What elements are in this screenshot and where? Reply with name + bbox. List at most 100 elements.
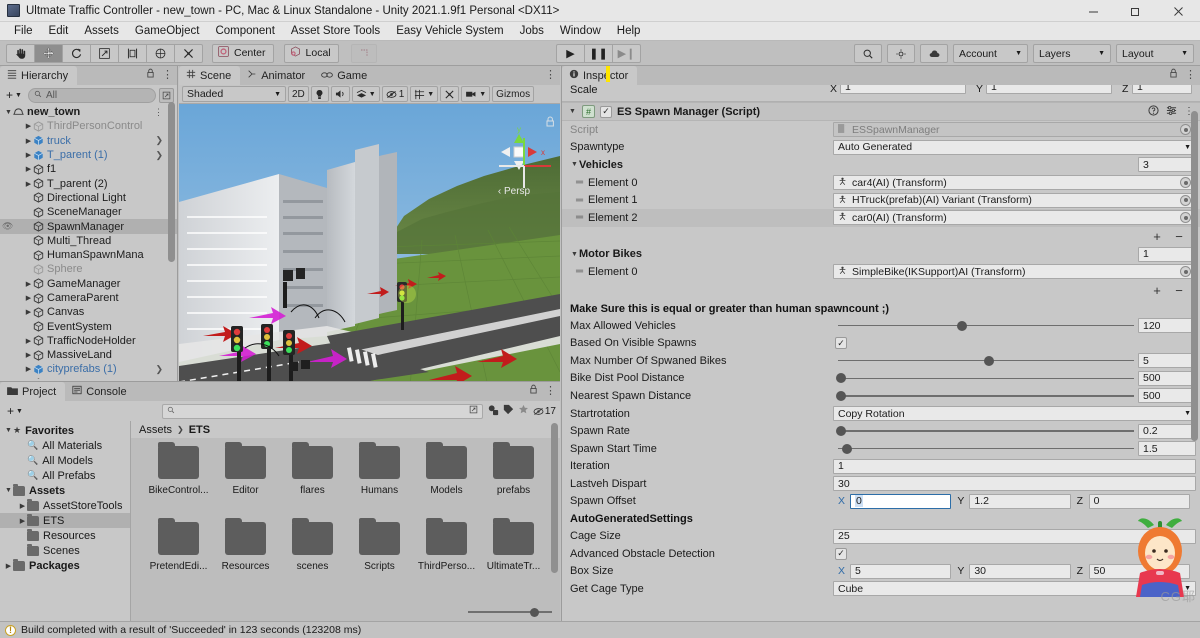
slider-knob[interactable]	[835, 426, 846, 437]
chevron-down-icon[interactable]: ▼	[4, 427, 13, 434]
project-folder-item[interactable]: BikeControl...	[145, 442, 212, 522]
project-folder-item[interactable]: PretendEdi...	[145, 518, 212, 598]
chevron-down-icon[interactable]: ▼	[4, 109, 13, 116]
chevron-right-icon[interactable]: ▶	[4, 562, 13, 570]
inspector-scrollbar[interactable]	[1190, 105, 1199, 619]
menu-help[interactable]: Help	[609, 22, 649, 41]
script-object-field[interactable]: ESSpawnManager	[833, 122, 1196, 138]
component-header-es-spawn-manager[interactable]: ▼ # ✓ ES Spawn Manager (Script) ⋮	[562, 102, 1200, 121]
chevron-right-icon[interactable]: ▶	[24, 365, 33, 373]
chevron-down-icon[interactable]: ▼	[570, 251, 579, 258]
hierarchy-item-f1[interactable]: ▶ f1	[0, 162, 177, 176]
chevron-right-icon[interactable]: ▶	[24, 122, 33, 130]
project-folder-item[interactable]: Scripts	[346, 518, 413, 598]
array-remove-button[interactable]: −	[1168, 282, 1190, 298]
hierarchy-item-multi-thread[interactable]: ▶Multi_Thread	[0, 234, 177, 248]
scene-viewport[interactable]: y x ‹ Persp	[179, 104, 560, 400]
spawn-start-time-value-field[interactable]: 1.5	[1138, 441, 1196, 457]
open-prefab-icon[interactable]: ❯	[155, 150, 163, 161]
get-cage-type-dropdown[interactable]: Cube ▼	[833, 581, 1196, 597]
menu-gameobject[interactable]: GameObject	[127, 22, 208, 41]
hierarchy-item-gamemanager[interactable]: ▶ GameManager	[0, 277, 177, 291]
box-size-z-field[interactable]: 50	[1088, 563, 1190, 579]
slider-knob[interactable]	[841, 443, 852, 454]
menu-asset-store-tools[interactable]: Asset Store Tools	[283, 22, 388, 41]
nearest-spawn-distance-value-field[interactable]: 500	[1138, 388, 1196, 404]
chevron-right-icon[interactable]: ▶	[24, 180, 33, 188]
chevron-right-icon[interactable]: ▶	[24, 308, 33, 316]
array-header-vehicles[interactable]: ▼ Vehicles 3	[562, 156, 1200, 174]
element-object-field[interactable]: SimpleBike(IKSupport)AI (Transform)	[833, 264, 1196, 280]
bike-dist-pool-distance-value-field[interactable]: 500	[1138, 370, 1196, 386]
hierarchy-tree[interactable]: ▼ new_town ⋮ ▶ ThirdPersonControl ▶ truck ❯ ▶ T_p…	[0, 105, 177, 379]
spawn-start-time-slider[interactable]	[838, 440, 1134, 457]
hierarchy-item-cross[interactable]: ▶Cross	[0, 377, 177, 379]
chevron-right-icon[interactable]: ▶	[24, 294, 33, 302]
project-tree-item-assets[interactable]: ▼ Assets	[0, 483, 130, 498]
element-object-field[interactable]: car0(AI) (Transform)	[833, 210, 1196, 226]
slider-knob[interactable]	[835, 373, 846, 384]
spawn-rate-value-field[interactable]: 0.2	[1138, 423, 1196, 439]
element-object-field[interactable]: car4(AI) (Transform)	[833, 175, 1196, 191]
scene-lighting-icon[interactable]	[310, 86, 329, 102]
rotate-tool-icon[interactable]	[62, 43, 91, 63]
hierarchy-item-sphere[interactable]: ▶Sphere	[0, 262, 177, 276]
project-tree[interactable]: ▼★Favorites▶🔍All Materials▶🔍All Models▶🔍…	[0, 421, 131, 621]
hierarchy-item-directional-light[interactable]: ▶Directional Light	[0, 191, 177, 205]
chevron-down-icon[interactable]: ▼	[4, 487, 13, 494]
gizmos-button[interactable]: Gizmos	[492, 86, 535, 102]
kebab-icon[interactable]: ⋮	[154, 107, 163, 118]
thumbnail-size-slider[interactable]	[468, 606, 552, 618]
hierarchy-item-trafficnodeholder[interactable]: ▶ TrafficNodeHolder	[0, 334, 177, 348]
favorite-icon[interactable]	[518, 404, 529, 418]
kebab-icon[interactable]: ⋮	[545, 384, 556, 397]
hierarchy-item-humanspawnmana[interactable]: ▶HumanSpawnMana	[0, 248, 177, 262]
project-folder-item[interactable]: UltimateTr...	[480, 518, 547, 598]
step-button[interactable]: ▶❙	[612, 44, 641, 63]
cage-size-input[interactable]: 25	[833, 528, 1196, 544]
box-size-y-field[interactable]: 30	[969, 563, 1071, 579]
play-button[interactable]: ▶	[556, 44, 585, 63]
rect-tool-icon[interactable]	[118, 43, 147, 63]
lastveh-dispart-input[interactable]: 30	[833, 476, 1196, 492]
element-object-field[interactable]: HTruck(prefab)(AI) Variant (Transform)	[833, 192, 1196, 208]
kebab-icon[interactable]: ⋮	[1185, 68, 1196, 81]
max-number-of-spwaned-bikes-slider[interactable]	[838, 352, 1134, 369]
project-folder-item[interactable]: Resources	[212, 518, 279, 598]
project-folder-item[interactable]: Models	[413, 442, 480, 522]
menu-easy-vehicle-system[interactable]: Easy Vehicle System	[388, 22, 511, 41]
close-button[interactable]	[1156, 0, 1200, 22]
array-size-field[interactable]: 3	[1138, 157, 1196, 173]
menu-assets[interactable]: Assets	[76, 22, 127, 41]
project-folder-item[interactable]: Humans	[346, 442, 413, 522]
scene-camera-icon[interactable]: ▼	[461, 86, 491, 102]
status-bar[interactable]: ! Build completed with a result of 'Succ…	[0, 621, 1200, 638]
project-tree-item-ets[interactable]: ▶ ETS	[0, 513, 130, 528]
project-tree-item-all-models[interactable]: ▶🔍All Models	[0, 453, 130, 468]
max-allowed-vehicles-slider[interactable]	[838, 317, 1134, 334]
project-search-input[interactable]	[161, 403, 483, 419]
tab-animator[interactable]: Animator	[240, 66, 314, 85]
hidden-assets-indicator[interactable]: 17	[533, 406, 556, 417]
advanced-obstacle-detection-checkbox[interactable]: ✓	[835, 547, 847, 560]
hierarchy-item-cameraparent[interactable]: ▶ CameraParent	[0, 291, 177, 305]
project-tree-item-scenes[interactable]: ▶Scenes	[0, 543, 130, 558]
search-expand-icon[interactable]	[469, 405, 478, 417]
scale-x-field[interactable]: 1	[840, 85, 966, 94]
chevron-right-icon[interactable]: ▶	[24, 351, 33, 359]
array-element-row[interactable]: ═ Element 0 car4(AI) (Transform)	[562, 173, 1200, 192]
array-element-row[interactable]: ═ Element 0 SimpleBike(IKSupport)AI (Trans…	[562, 263, 1200, 281]
visibility-toggle-icon[interactable]: 👁	[2, 221, 13, 232]
slider-knob[interactable]	[957, 320, 968, 331]
kebab-icon[interactable]: ⋮	[545, 68, 556, 81]
nearest-spawn-distance-slider[interactable]	[835, 387, 1134, 404]
tab-game[interactable]: Game	[314, 66, 376, 85]
hierarchy-item-new-town[interactable]: ▼ new_town ⋮	[0, 105, 177, 119]
chevron-down-icon[interactable]: ▼	[570, 161, 579, 168]
project-folder-item[interactable]: prefabs	[480, 442, 547, 522]
array-header-motor-bikes[interactable]: ▼ Motor Bikes 1	[562, 246, 1200, 264]
pause-button[interactable]: ❚❚	[584, 44, 613, 63]
scene-audio-icon[interactable]	[330, 86, 350, 102]
spawn-rate-slider[interactable]	[835, 423, 1134, 440]
hierarchy-item-scenemanager[interactable]: ▶SceneManager	[0, 205, 177, 219]
